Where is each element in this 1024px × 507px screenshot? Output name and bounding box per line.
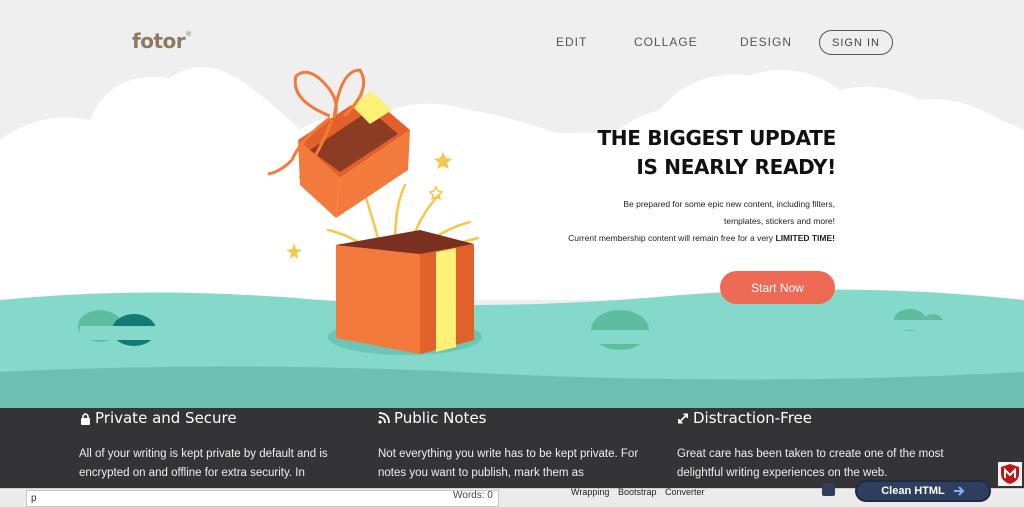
bootstrap-tool[interactable]: Bootstrap	[618, 487, 657, 497]
hero-subtext: Be prepared for some epic new content, i…	[568, 196, 835, 247]
hero-headline: THE BIGGEST UPDATE IS NEARLY READY!	[597, 124, 836, 182]
feature-text: Not everything you write has to be kept …	[378, 448, 639, 479]
feature-title-text: Distraction-Free	[693, 409, 812, 427]
feature-title-text: Public Notes	[394, 409, 487, 427]
hero-illustration	[0, 66, 1024, 408]
nav-design[interactable]: DESIGN	[740, 35, 792, 49]
nav-collage[interactable]: COLLAGE	[634, 35, 698, 49]
converter-tool[interactable]: Converter	[665, 487, 705, 497]
feature-private: Private and Secure All of your writing i…	[79, 408, 359, 483]
word-count: Words: 0	[453, 490, 493, 501]
editor-input[interactable]: p	[26, 490, 499, 507]
mcafee-shield-icon[interactable]	[998, 462, 1022, 486]
hero-banner: fotor® EDIT COLLAGE DESIGN SIGN IN THE B…	[0, 0, 1024, 408]
gift-ribbon	[436, 248, 456, 352]
toolbar-square-icon[interactable]	[822, 483, 835, 496]
feature-text: All of your writing is kept private by d…	[79, 448, 328, 479]
lock-icon	[79, 411, 91, 425]
clean-html-button[interactable]: Clean HTML	[855, 480, 991, 502]
sign-in-button[interactable]: SIGN IN	[819, 30, 893, 55]
rss-icon	[378, 411, 390, 425]
logo-text: fotor	[132, 29, 186, 53]
registered-mark: ®	[185, 30, 192, 38]
feature-title-text: Private and Secure	[95, 409, 237, 427]
fotor-logo[interactable]: fotor®	[132, 29, 192, 53]
features-band: Private and Secure All of your writing i…	[0, 408, 1024, 488]
feature-title: Private and Secure	[79, 408, 359, 428]
wrapping-tool[interactable]: Wrapping	[571, 487, 609, 497]
feature-public-notes: Public Notes Not everything you write ha…	[378, 408, 658, 483]
arrow-icon	[953, 486, 965, 496]
feature-text: Great care has been taken to create one …	[677, 448, 944, 479]
start-now-button[interactable]: Start Now	[720, 271, 835, 304]
sub-line-1: Be prepared for some epic new content, i…	[623, 199, 835, 209]
feature-title: Public Notes	[378, 408, 658, 428]
sub-line-3-text: Current membership content will remain f…	[568, 233, 776, 243]
sub-line-3: Current membership content will remain f…	[568, 230, 835, 247]
nav-edit[interactable]: EDIT	[556, 35, 587, 49]
headline-line-2: IS NEARLY READY!	[636, 155, 836, 179]
limited-time-label: LIMITED TIME!	[775, 233, 836, 243]
sub-line-2: templates, stickers and more!	[723, 216, 835, 226]
feature-distraction-free: Distraction-Free Great care has been tak…	[677, 408, 957, 483]
expand-icon	[677, 411, 689, 425]
cloud-shapes	[0, 66, 1024, 301]
clean-html-label: Clean HTML	[881, 485, 945, 497]
headline-line-1: THE BIGGEST UPDATE	[597, 126, 836, 150]
feature-title: Distraction-Free	[677, 408, 957, 428]
